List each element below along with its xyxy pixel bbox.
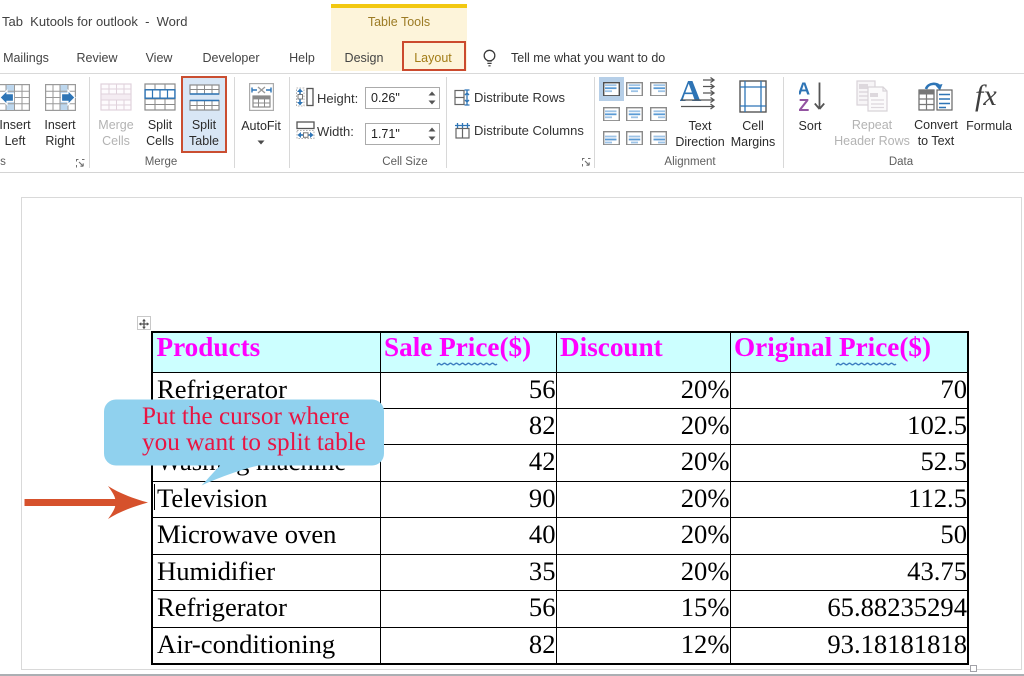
svg-text:A: A: [680, 76, 702, 108]
svg-text:Z: Z: [799, 95, 810, 112]
